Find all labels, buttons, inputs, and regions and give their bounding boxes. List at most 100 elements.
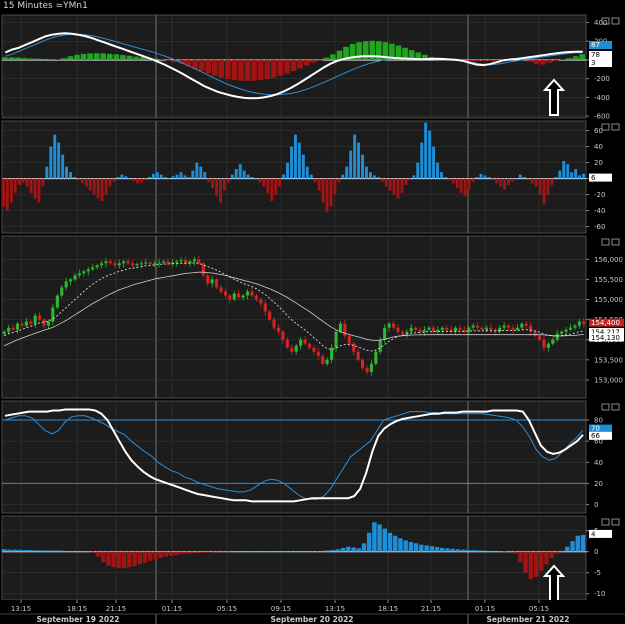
candle-body [153, 263, 157, 265]
candle-body [458, 327, 462, 330]
candle-body [312, 347, 316, 352]
candle-body [42, 319, 46, 326]
candle-body [104, 261, 108, 264]
momentum-histogram-bar [526, 178, 530, 181]
macd-histogram-bar [579, 54, 585, 60]
macd-histogram-bar [8, 57, 15, 60]
momentum-histogram-bar [432, 146, 435, 179]
y-tick-label: -600 [594, 113, 610, 121]
candle-body [365, 367, 369, 372]
momentum-histogram-bar [120, 174, 124, 179]
momentum-histogram-bar [380, 178, 384, 182]
candle-body [55, 295, 59, 308]
x-tick-label: 21:15 [106, 605, 126, 613]
candle-body [316, 351, 320, 356]
candle-body [564, 329, 568, 332]
macd-histogram-bar [225, 59, 231, 80]
candle-body [86, 269, 90, 272]
maximize-panel-icon[interactable] [601, 123, 610, 131]
momentum-histogram-bar [518, 174, 522, 179]
value-label: 66 [591, 432, 600, 440]
chart-canvas[interactable]: 4002000-200-400-6006040200-20-40-60156,0… [0, 0, 625, 624]
y-tick-label: 80 [594, 417, 603, 425]
candle-body [206, 275, 210, 284]
close-panel-icon[interactable] [611, 17, 620, 25]
momentum-histogram-bar [116, 177, 120, 179]
candle-body [64, 281, 68, 288]
maximize-panel-icon[interactable] [601, 238, 610, 246]
momentum-histogram-bar [226, 178, 230, 183]
date-label: September 21 2022 [486, 615, 569, 624]
momentum-histogram-bar [376, 177, 380, 179]
candle-body [197, 259, 201, 264]
y-tick-label: 60 [594, 127, 603, 135]
candle-body [582, 321, 586, 324]
momentum-histogram-bar [530, 178, 534, 184]
momentum-histogram-bar [167, 178, 171, 180]
candle-body [11, 327, 15, 330]
maximize-panel-icon[interactable] [601, 518, 610, 526]
macd-histogram-bar [257, 59, 264, 80]
y-tick-label: 153,500 [594, 356, 623, 364]
volume-histogram-bar [17, 549, 22, 552]
macd-histogram-bar [330, 54, 336, 60]
volume-histogram-bar [95, 551, 101, 557]
volume-histogram-bar [64, 550, 69, 552]
candle-body [215, 279, 219, 288]
volume-histogram-bar [304, 551, 309, 553]
close-panel-icon[interactable] [611, 403, 620, 411]
volume-histogram-bar [455, 549, 460, 552]
candle-body [100, 263, 104, 266]
candle-body [542, 339, 546, 348]
volume-histogram-bar [367, 532, 372, 552]
momentum-histogram-bar [61, 154, 65, 179]
volume-histogram-bar [575, 535, 580, 552]
volume-histogram-bar [382, 528, 387, 552]
momentum-histogram-bar [404, 178, 408, 185]
momentum-histogram-bar [515, 178, 518, 180]
x-tick-label: 13:15 [11, 605, 31, 613]
momentum-histogram-bar [301, 154, 305, 179]
momentum-histogram-bar [21, 178, 25, 183]
candle-body [440, 327, 444, 330]
close-panel-icon[interactable] [611, 238, 620, 246]
volume-histogram-bar [158, 551, 163, 558]
macd-histogram-bar [467, 59, 474, 62]
volume-histogram-bar [48, 550, 54, 552]
candle-body [445, 327, 449, 330]
chart-window: 15 Minutes =YMn1 4002000-200-400-6006040… [0, 0, 625, 624]
momentum-histogram-bar [278, 178, 282, 187]
momentum-histogram-bar [294, 134, 297, 179]
macd-histogram-bar [67, 56, 74, 60]
candle-body [515, 327, 519, 330]
y-tick-label: 40 [594, 143, 603, 151]
candle-body [60, 287, 64, 296]
volume-histogram-bar [288, 551, 294, 553]
momentum-histogram-bar [80, 178, 84, 184]
momentum-histogram-bar [195, 162, 199, 179]
close-panel-icon[interactable] [611, 123, 620, 131]
volume-histogram-bar [440, 547, 445, 552]
momentum-histogram-bar [53, 134, 57, 179]
candle-body [392, 323, 396, 328]
candle-body [569, 327, 573, 330]
candle-body [285, 339, 289, 348]
candle-body [192, 259, 196, 262]
volume-histogram-bar [294, 551, 299, 553]
close-panel-icon[interactable] [611, 518, 620, 526]
candle-body [219, 287, 223, 292]
macd-histogram-bar [310, 59, 316, 63]
macd-histogram-bar [2, 57, 8, 60]
maximize-panel-icon[interactable] [601, 403, 610, 411]
volume-histogram-bar [570, 541, 575, 552]
momentum-histogram-bar [211, 178, 214, 189]
y-tick-label: 156,000 [594, 256, 623, 264]
candle-body [228, 295, 232, 300]
candle-body [356, 351, 360, 360]
volume-histogram-bar [12, 549, 17, 552]
x-tick-label: 01:15 [475, 605, 495, 613]
candle-body [281, 331, 285, 340]
macd-histogram-bar [303, 59, 310, 66]
value-label: 4 [591, 530, 596, 538]
macd-histogram-bar [487, 59, 494, 61]
